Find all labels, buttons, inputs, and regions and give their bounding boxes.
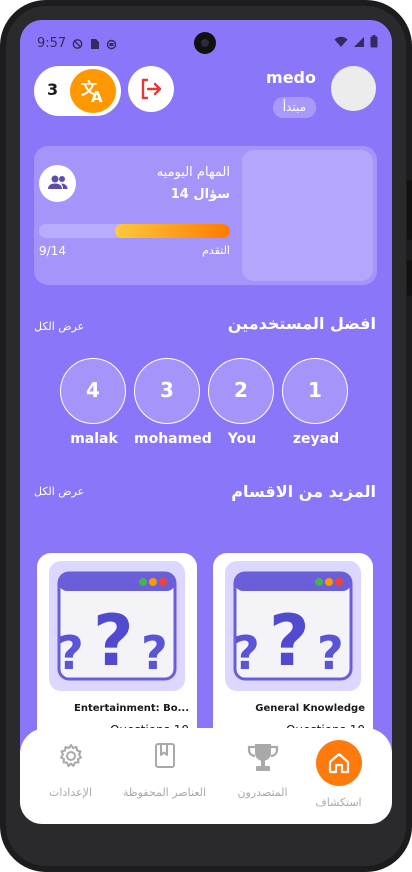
- username: medo: [266, 68, 316, 87]
- language-toggle[interactable]: 3 文 A: [34, 66, 121, 116]
- wifi-icon: [334, 36, 348, 47]
- top-users-title: افضل المستخدمين: [227, 314, 376, 333]
- front-camera: [194, 32, 216, 54]
- svg-text:?: ?: [317, 626, 344, 680]
- daily-tasks-title: المهام اليوميه: [156, 165, 230, 180]
- daily-tasks-card[interactable]: المهام اليوميه 14 سؤال التقدم 9/14: [34, 146, 377, 285]
- svg-text:?: ?: [93, 600, 134, 682]
- progress-count: 9/14: [39, 244, 66, 258]
- system-icons: [334, 35, 378, 48]
- group-icon: [39, 165, 76, 202]
- nav-item-settings[interactable]: الإعدادات: [24, 728, 117, 824]
- svg-text:?: ?: [141, 626, 168, 680]
- leader-rank: 2: [208, 358, 274, 424]
- status-bar: 9:57: [20, 20, 392, 66]
- question-marks-image: ? ? ?: [225, 561, 361, 691]
- home-icon: [315, 740, 362, 786]
- leader-item[interactable]: 4 malak: [60, 358, 128, 447]
- nav-label: الإعدادات: [48, 786, 93, 799]
- nav-item-saved[interactable]: العناصر المحفوظة: [118, 728, 211, 824]
- progress-label: التقدم: [202, 244, 230, 257]
- top-users-view-all[interactable]: عرض الكل: [34, 320, 84, 333]
- daily-progress-bar: [39, 224, 230, 238]
- daily-tasks-questions: 14 سؤال: [170, 187, 230, 202]
- leader-item[interactable]: 3 mohamed: [134, 358, 212, 447]
- categories-view-all[interactable]: عرض الكل: [34, 485, 84, 498]
- leader-name: mohamed: [134, 431, 212, 447]
- signal-icon: [354, 36, 364, 47]
- svg-text:?: ?: [269, 600, 310, 682]
- daily-progress-fill: [115, 224, 230, 238]
- trophy-icon: [247, 744, 278, 771]
- svg-text:?: ?: [233, 626, 260, 680]
- battery-icon: [370, 35, 378, 48]
- bookmark-icon: [154, 743, 175, 768]
- power-button: [407, 260, 412, 296]
- leader-item[interactable]: 1 zeyad: [282, 358, 350, 447]
- settings-icon: [59, 744, 82, 767]
- level-badge: مبتدأ: [272, 97, 316, 118]
- nav-item-leaderboard[interactable]: المتصدرون: [216, 728, 309, 824]
- notification-icons: [72, 35, 117, 50]
- language-count: 3: [47, 80, 59, 99]
- category-title: General Knowledge: [255, 703, 365, 714]
- nav-label: المتصدرون: [237, 786, 288, 799]
- question-marks-image: ? ? ?: [49, 561, 185, 691]
- sim-icon: [89, 35, 100, 49]
- android-icon: [106, 35, 117, 50]
- leader-rank: 1: [282, 358, 348, 424]
- leader-name: zeyad: [292, 431, 340, 447]
- leader-name: You: [227, 431, 257, 447]
- leader-item[interactable]: 2 You: [208, 358, 276, 447]
- nav-label: العناصر المحفوظة: [122, 786, 207, 799]
- daily-tasks-image: [242, 150, 373, 281]
- category-title: Entertainment: Bo...: [74, 703, 189, 714]
- categories-title: المزيد من الاقسام: [231, 482, 376, 501]
- avatar[interactable]: [331, 66, 376, 111]
- leader-rank: 3: [134, 358, 200, 424]
- volume-button: [407, 180, 412, 240]
- svg-text:A: A: [91, 88, 103, 106]
- app-screen: 9:57 3 文 A medo مبتدأ المهام اليوميه 14 …: [20, 20, 392, 824]
- dnd-icon: [72, 35, 83, 49]
- bottom-navigation: استكشاف المتصدرون العناصر المحفوظة الإعد…: [20, 728, 392, 824]
- translate-icon[interactable]: 文 A: [70, 69, 116, 113]
- logout-button[interactable]: [128, 66, 174, 112]
- status-time: 9:57: [37, 36, 67, 51]
- leader-rank: 4: [60, 358, 126, 424]
- logout-icon: [141, 78, 162, 100]
- leader-name: malak: [70, 431, 118, 447]
- svg-text:?: ?: [57, 626, 84, 680]
